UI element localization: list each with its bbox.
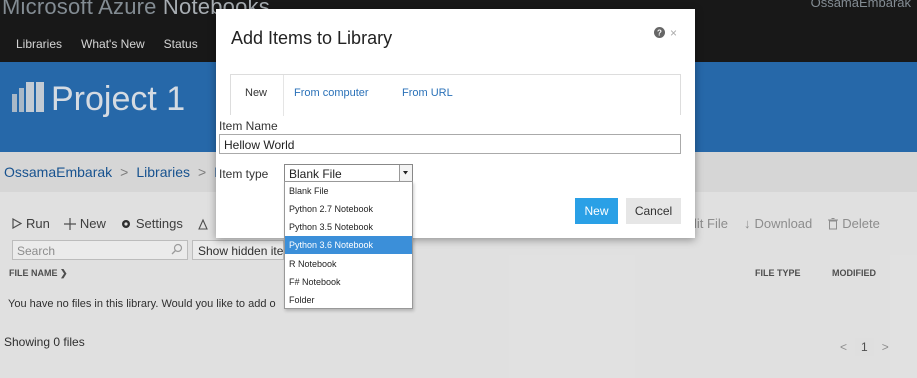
dialog-tabs: New From computer From URL [230,74,681,116]
cancel-button[interactable]: Cancel [626,198,681,224]
help-icon[interactable]: ? [654,27,665,38]
item-type-value: Blank File [289,167,342,181]
item-name-label: Item Name [219,119,278,133]
option-blank-file[interactable]: Blank File [285,182,412,200]
chevron-down-icon [403,171,408,175]
option-python-35[interactable]: Python 3.5 Notebook [285,218,412,236]
item-name-input[interactable]: Hellow World [219,134,681,154]
close-icon[interactable]: × [670,26,677,40]
tab-from-computer[interactable]: From computer [294,87,369,99]
option-python-27[interactable]: Python 2.7 Notebook [285,200,412,218]
tab-from-url[interactable]: From URL [402,87,453,99]
option-r-notebook[interactable]: R Notebook [285,255,412,273]
item-type-dropdown: Blank File Python 2.7 Notebook Python 3.… [284,181,413,309]
dropdown-arrow-button[interactable] [399,165,412,182]
option-fsharp-notebook[interactable]: F# Notebook [285,273,412,291]
dialog-title: Add Items to Library [231,28,393,48]
option-folder[interactable]: Folder [285,291,412,309]
tab-new[interactable]: New [231,75,284,116]
item-type-label: Item type [219,167,269,181]
tab-new-label: New [245,87,268,99]
new-button[interactable]: New [575,198,618,224]
svg-text:?: ? [657,29,662,38]
option-python-36[interactable]: Python 3.6 Notebook [285,236,412,254]
